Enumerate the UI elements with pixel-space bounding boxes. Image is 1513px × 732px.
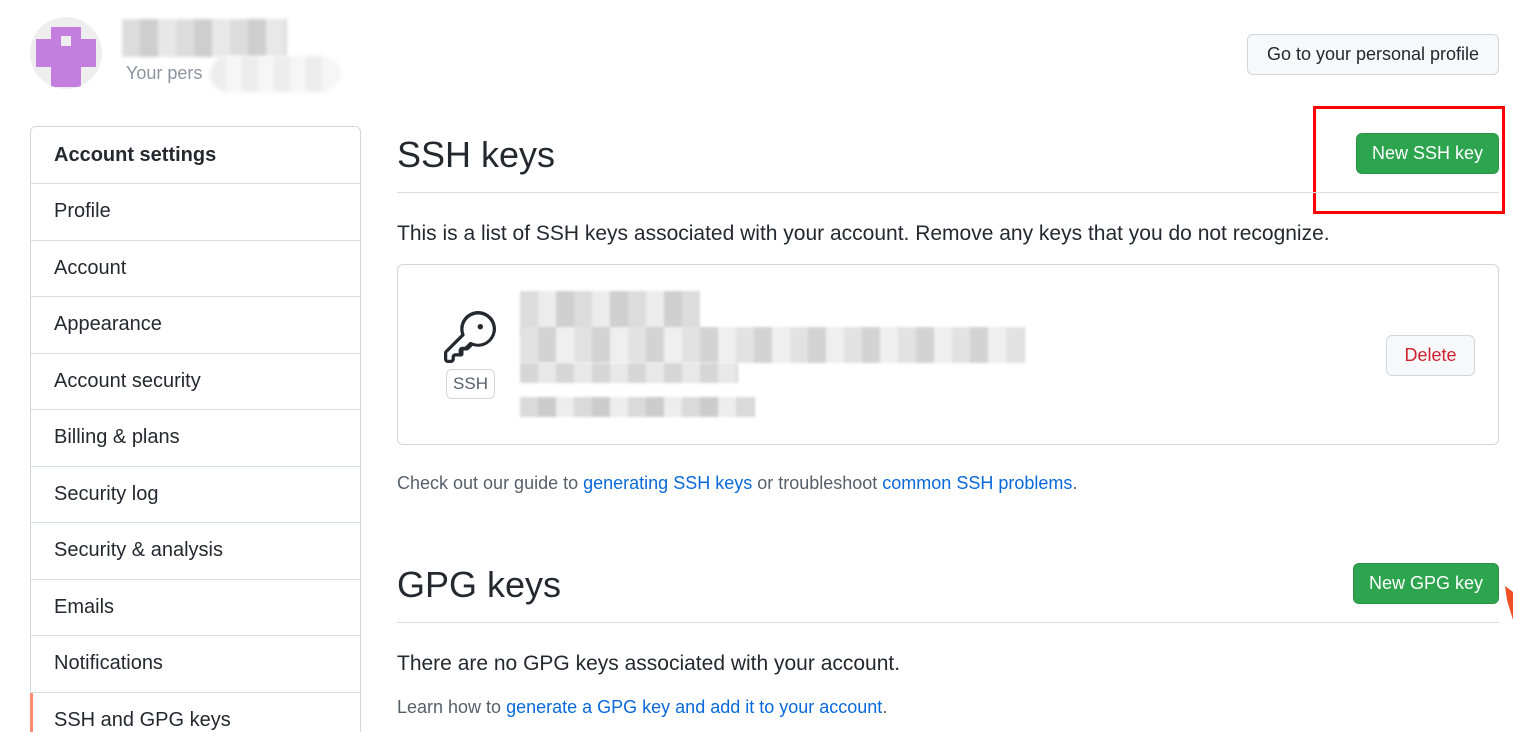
- gpg-empty-message: There are no GPG keys associated with yo…: [397, 652, 901, 675]
- gpg-help-suffix: .: [882, 697, 888, 717]
- sidebar-item-emails[interactable]: Emails: [31, 580, 360, 636]
- sidebar-item-account-security[interactable]: Account security: [31, 354, 360, 410]
- ssh-intro-text: This is a list of SSH keys associated wi…: [397, 222, 1330, 245]
- ssh-type-label: SSH: [446, 369, 495, 399]
- gpg-title-divider: [397, 622, 1499, 623]
- sidebar-item-billing[interactable]: Billing & plans: [31, 410, 360, 467]
- settings-sidebar: Account settings Profile Account Appeara…: [30, 126, 361, 732]
- gpg-help-prefix: Learn how to: [397, 697, 507, 717]
- ssh-keys-title: SSH keys: [397, 134, 556, 175]
- gpg-help-text: Learn how to generate a GPG key and add …: [397, 697, 887, 718]
- ssh-key-card: SSH Delete: [397, 264, 1499, 445]
- identicon-avatar-icon: [36, 27, 96, 87]
- ssh-help-text: Check out our guide to generating SSH ke…: [397, 473, 1077, 494]
- ssh-help-prefix: Check out our guide to: [397, 473, 584, 493]
- sidebar-heading: Account settings: [31, 127, 360, 184]
- sidebar-item-ssh-gpg-keys[interactable]: SSH and GPG keys: [30, 692, 360, 732]
- key-last-used-redacted: [520, 397, 755, 417]
- sidebar-item-security-analysis[interactable]: Security & analysis: [31, 523, 360, 580]
- generate-gpg-key-link[interactable]: generate a GPG key and add it to your ac…: [506, 697, 882, 717]
- go-to-profile-button[interactable]: Go to your personal profile: [1247, 34, 1499, 75]
- gpg-keys-title: GPG keys: [397, 564, 562, 605]
- username-redacted: [122, 19, 287, 57]
- sidebar-item-profile[interactable]: Profile: [31, 184, 360, 241]
- sidebar-item-notifications[interactable]: Notifications: [31, 636, 360, 693]
- key-fingerprint-redacted: [520, 327, 1025, 363]
- ssh-help-suffix: .: [1072, 473, 1078, 493]
- annotation-arrow-fragment: [1505, 586, 1513, 620]
- ssh-help-middle: or troubleshoot: [752, 473, 883, 493]
- key-added-redacted: [520, 363, 738, 383]
- generating-ssh-keys-link[interactable]: generating SSH keys: [583, 473, 752, 493]
- sidebar-item-account[interactable]: Account: [31, 241, 360, 297]
- user-subtitle: Your pers: [126, 63, 203, 83]
- new-gpg-key-button[interactable]: New GPG key: [1353, 563, 1499, 604]
- key-icon: [444, 311, 496, 363]
- user-subtitle-redacted: [210, 56, 340, 92]
- sidebar-item-security-log[interactable]: Security log: [31, 467, 360, 523]
- user-avatar[interactable]: [30, 17, 102, 89]
- delete-ssh-key-button[interactable]: Delete: [1386, 335, 1475, 376]
- annotation-highlight-box: [1313, 106, 1505, 214]
- common-ssh-problems-link[interactable]: common SSH problems: [882, 473, 1072, 493]
- sidebar-item-appearance[interactable]: Appearance: [31, 297, 360, 354]
- ssh-title-divider: [397, 192, 1499, 193]
